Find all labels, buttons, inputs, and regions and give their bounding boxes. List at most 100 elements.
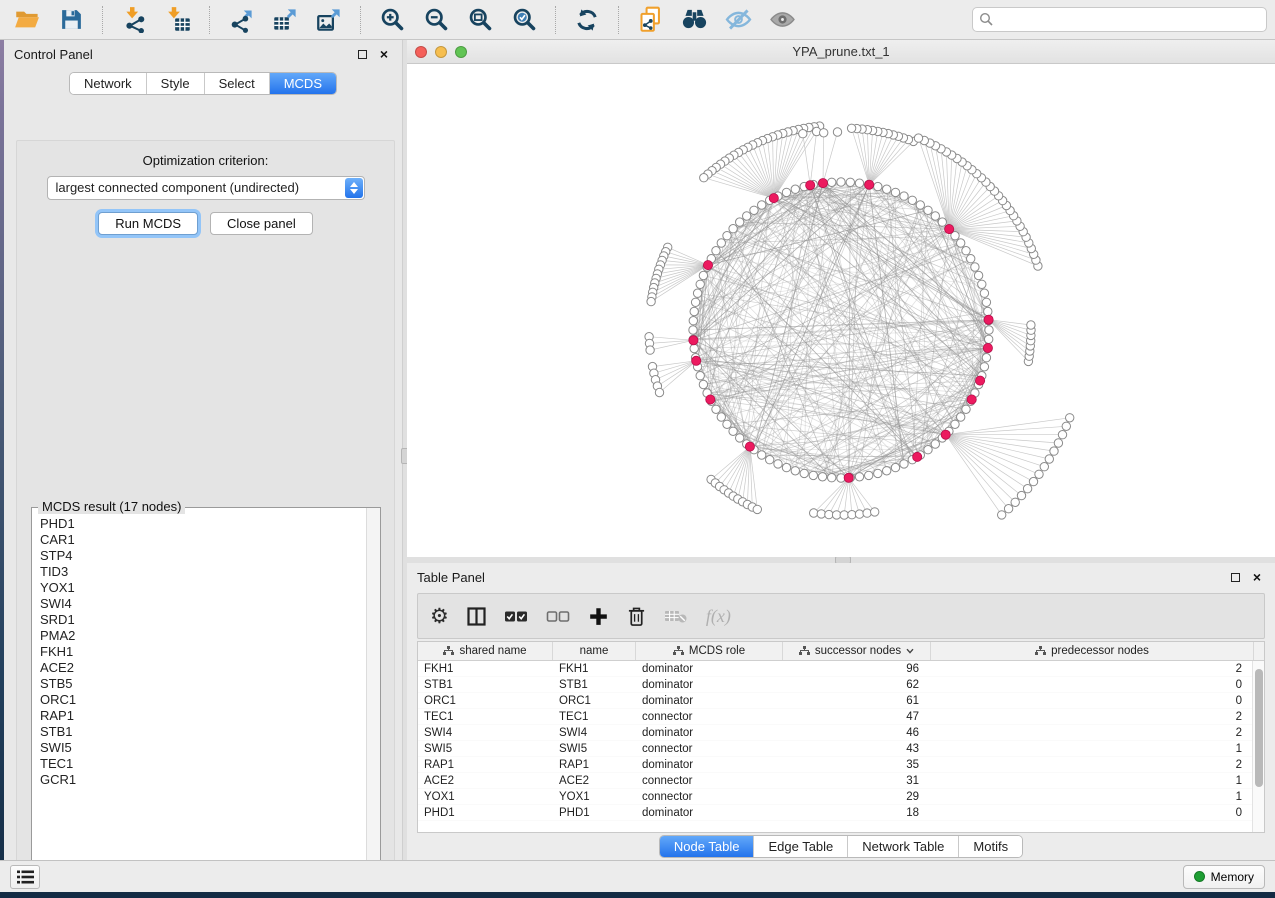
table-panel-float-button[interactable] <box>1227 569 1243 585</box>
mcds-result-item[interactable]: TEC1 <box>40 756 366 772</box>
graph-node[interactable] <box>699 271 707 279</box>
graph-node[interactable] <box>828 178 836 186</box>
graph-node[interactable] <box>874 469 882 477</box>
graph-node[interactable] <box>847 124 855 132</box>
export-network-button[interactable] <box>222 3 260 37</box>
graph-node[interactable] <box>729 225 737 233</box>
graph-node-dominator[interactable] <box>818 179 827 188</box>
function-builder-button[interactable]: f(x) <box>706 599 731 633</box>
graph-node[interactable] <box>883 185 891 193</box>
mcds-result-item[interactable]: SWI5 <box>40 740 366 756</box>
graph-node[interactable] <box>931 440 939 448</box>
tab-select[interactable]: Select <box>205 73 270 94</box>
graph-node[interactable] <box>723 420 731 428</box>
graph-node[interactable] <box>693 289 701 297</box>
graph-node[interactable] <box>982 354 990 362</box>
graph-node[interactable] <box>782 188 790 196</box>
select-all-button[interactable] <box>504 599 528 633</box>
graph-node[interactable] <box>717 239 725 247</box>
graph-node[interactable] <box>750 206 758 214</box>
mcds-result-item[interactable]: CAR1 <box>40 532 366 548</box>
add-column-button[interactable] <box>588 599 609 633</box>
graph-node[interactable] <box>766 456 774 464</box>
mcds-result-item[interactable]: SWI4 <box>40 596 366 612</box>
graph-node[interactable] <box>924 446 932 454</box>
graph-node[interactable] <box>655 388 663 396</box>
graph-node[interactable] <box>820 129 828 137</box>
delete-column-button[interactable] <box>627 599 646 633</box>
graph-node[interactable] <box>951 420 959 428</box>
graph-node[interactable] <box>689 326 697 334</box>
graph-node[interactable] <box>980 363 988 371</box>
mcds-result-item[interactable]: SRD1 <box>40 612 366 628</box>
graph-node[interactable] <box>891 463 899 471</box>
table-row[interactable]: YOX1YOX1connector291 <box>418 789 1264 805</box>
control-panel-float-button[interactable] <box>354 46 370 62</box>
graph-node[interactable] <box>1066 414 1074 422</box>
column-header-name[interactable]: name <box>553 642 636 660</box>
graph-node[interactable] <box>1017 491 1025 499</box>
graph-node[interactable] <box>855 179 863 187</box>
deselect-all-button[interactable] <box>546 599 570 633</box>
mcds-result-item[interactable]: YOX1 <box>40 580 366 596</box>
column-header-shared-name[interactable]: shared name <box>418 642 553 660</box>
graph-node[interactable] <box>1004 505 1012 513</box>
zoom-out-button[interactable] <box>417 3 455 37</box>
graph-node[interactable] <box>691 298 699 306</box>
graph-node[interactable] <box>1054 439 1062 447</box>
graph-node[interactable] <box>828 474 836 482</box>
mcds-result-item[interactable]: STP4 <box>40 548 366 564</box>
graph-node[interactable] <box>736 434 744 442</box>
graph-node[interactable] <box>699 380 707 388</box>
graph-node-dominator[interactable] <box>913 452 922 461</box>
mcds-result-item[interactable]: GCR1 <box>40 772 366 788</box>
graph-node[interactable] <box>1045 455 1053 463</box>
graph-node-dominator[interactable] <box>806 181 815 190</box>
graph-node[interactable] <box>837 178 845 186</box>
graph-node-dominator[interactable] <box>983 343 992 352</box>
graph-node[interactable] <box>984 307 992 315</box>
graph-node[interactable] <box>931 212 939 220</box>
graph-node[interactable] <box>723 232 731 240</box>
graph-node[interactable] <box>967 255 975 263</box>
table-scrollbar[interactable] <box>1252 661 1264 832</box>
graph-node[interactable] <box>696 280 704 288</box>
graph-node[interactable] <box>825 510 833 518</box>
graph-node[interactable] <box>1058 431 1066 439</box>
graph-node[interactable] <box>900 192 908 200</box>
graph-node[interactable] <box>865 471 873 479</box>
graph-node-dominator[interactable] <box>706 395 715 404</box>
mcds-result-item[interactable]: PHD1 <box>40 516 366 532</box>
open-session-button[interactable] <box>8 3 46 37</box>
mcds-result-item[interactable]: ORC1 <box>40 692 366 708</box>
graph-node-dominator[interactable] <box>941 430 950 439</box>
graph-node[interactable] <box>791 467 799 475</box>
graph-node[interactable] <box>810 509 818 517</box>
graph-node[interactable] <box>914 134 922 142</box>
graph-node[interactable] <box>690 344 698 352</box>
save-session-button[interactable] <box>52 3 90 37</box>
graph-node-dominator[interactable] <box>865 180 874 189</box>
graph-node[interactable] <box>883 467 891 475</box>
graph-node[interactable] <box>743 212 751 220</box>
graph-node[interactable] <box>774 460 782 468</box>
graph-node[interactable] <box>840 511 848 519</box>
table-row[interactable]: ORC1ORC1dominator610 <box>418 693 1264 709</box>
clone-network-button[interactable] <box>631 3 669 37</box>
graph-node[interactable] <box>758 451 766 459</box>
graph-node[interactable] <box>736 218 744 226</box>
table-row[interactable]: STB1STB1dominator620 <box>418 677 1264 693</box>
graph-node[interactable] <box>1011 498 1019 506</box>
table-row[interactable]: TEC1TEC1connector472 <box>418 709 1264 725</box>
graph-node[interactable] <box>1040 463 1048 471</box>
control-panel-close-button[interactable]: × <box>376 46 392 62</box>
graph-node[interactable] <box>855 510 863 518</box>
scrollbar-thumb[interactable] <box>1255 669 1263 787</box>
tab-style[interactable]: Style <box>147 73 205 94</box>
tab-motifs[interactable]: Motifs <box>959 836 1022 857</box>
graph-node[interactable] <box>817 510 825 518</box>
mcds-result-item[interactable]: RAP1 <box>40 708 366 724</box>
graph-node[interactable] <box>690 307 698 315</box>
graph-node[interactable] <box>717 413 725 421</box>
table-row[interactable]: FKH1FKH1dominator962 <box>418 661 1264 677</box>
